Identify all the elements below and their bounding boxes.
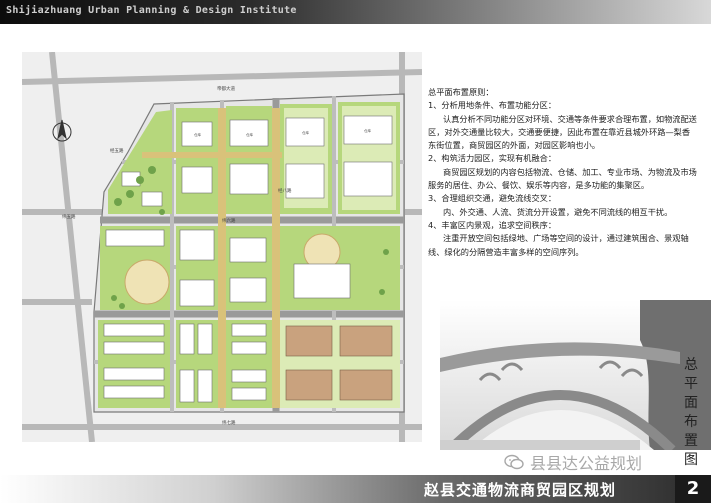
road-label: 经八路 xyxy=(278,187,292,194)
block-label: 仓库 xyxy=(246,132,253,137)
watermark-text: 县县达公益规划 xyxy=(530,454,643,473)
footer-title: 赵县交通物流商贸园区规划 xyxy=(424,481,617,499)
block-label: 仓库 xyxy=(364,128,372,133)
description-heading: 总平面布置原则： xyxy=(428,87,494,97)
side-title-char: 布 xyxy=(684,414,698,430)
road-label: 纬六路 xyxy=(222,217,236,224)
site-plan: 帝都大道 经五路 纬五路 纬六路 经八路 纬七路 仓库 仓库 仓库 仓库 xyxy=(22,52,422,442)
side-title: 总 平 面 布 置 图 xyxy=(680,356,702,470)
section-3-body: 内、外交通、人流、货流分开设置，避免不同流线的相互干扰。 xyxy=(443,206,673,217)
section-2-body: 商贸园区规划的内容包括物流、仓储、加工、专业市场、为物流及市场服务的居住、办公、… xyxy=(428,166,697,191)
section-3-title: 3、合理组织交通，避免流线交叉： xyxy=(428,193,557,204)
road-label: 经五路 xyxy=(110,147,124,154)
side-title-char: 平 xyxy=(684,376,698,392)
side-title-char: 置 xyxy=(684,433,698,449)
side-title-char: 总 xyxy=(684,357,698,373)
section-2-title: 2、构筑活力园区，实现有机融合： xyxy=(428,153,557,164)
bridge-photo xyxy=(440,300,711,454)
banner-text: Shijiazhuang Urban Planning & Design Ins… xyxy=(6,5,297,16)
site-plan-drawing: 帝都大道 经五路 纬五路 纬六路 经八路 纬七路 仓库 仓库 仓库 仓库 xyxy=(22,52,422,442)
block-label: 仓库 xyxy=(302,130,310,135)
road-label: 纬五路 xyxy=(62,213,76,220)
block-label: 仓库 xyxy=(194,132,201,137)
footer-bar: 赵县交通物流商贸园区规划 2 xyxy=(0,475,711,503)
wechat-icon xyxy=(504,454,524,470)
page-number: 2 xyxy=(675,475,711,503)
road-label: 帝都大道 xyxy=(217,85,235,92)
section-1-title: 1、分析用地条件、布置功能分区： xyxy=(428,100,557,111)
section-1-body: 认真分析不同功能分区对环境、交通等条件要求合理布置，如物流配送区，对外交通量比较… xyxy=(428,113,697,151)
watermark: 县县达公益规划 xyxy=(504,451,642,473)
road-label: 纬七路 xyxy=(222,419,236,426)
side-title-char: 面 xyxy=(684,395,698,411)
section-4-body: 注重开放空间包括绿地、广场等空间的设计，通过建筑围合、景观轴线、绿化的分隔营造丰… xyxy=(428,233,689,257)
top-banner: Shijiazhuang Urban Planning & Design Ins… xyxy=(0,0,711,24)
side-title-char: 图 xyxy=(684,452,698,468)
section-4-title: 4、丰富区内景观，追求空间秩序： xyxy=(428,219,557,230)
description-panel: 总平面布置原则： 1、分析用地条件、布置功能分区： 认真分析不同功能分区对环境、… xyxy=(428,86,698,259)
